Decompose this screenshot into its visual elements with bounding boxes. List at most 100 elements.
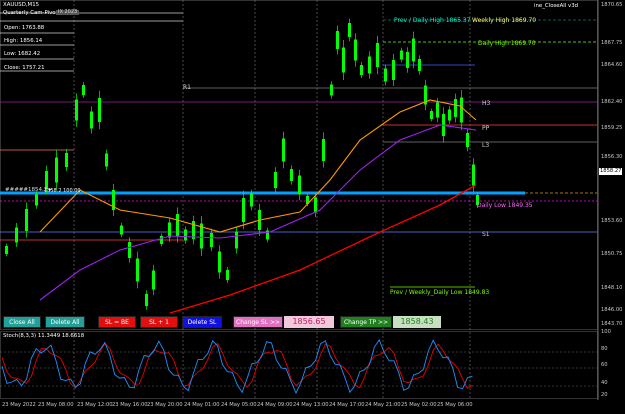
candle-body: [120, 225, 123, 235]
symbol-title: XAUUSD,M15: [3, 2, 40, 8]
candle-body: [412, 38, 415, 62]
close-all-button[interactable]: Close All: [3, 316, 41, 328]
candle-body: [368, 56, 371, 74]
time-axis-label: 24 May 21:00: [365, 402, 401, 408]
candle-body: [330, 84, 333, 96]
time-axis-label: 24 May 05:00: [221, 402, 257, 408]
candle-body: [128, 242, 131, 258]
pivot-levels: [0, 12, 597, 288]
time-axis-label: 23 May 20:00: [147, 402, 183, 408]
time-axis-label: 23 May 2022: [2, 402, 36, 408]
prev-daily-high-label: Prev / Daily High 1865.37: [394, 17, 471, 24]
stoch-axis-label: 40: [601, 380, 608, 386]
change-tp-value-input[interactable]: 1858.43: [393, 316, 441, 328]
current-price-tag: 1858.27: [599, 168, 623, 176]
candle-body: [460, 97, 463, 123]
candle-body: [454, 99, 457, 117]
price-axis-label: 1862.40: [601, 99, 623, 105]
daily-high-label: Daily High 1869.70: [478, 40, 536, 47]
time-axis-label: 24 May 13:00: [293, 402, 329, 408]
price-axis-label: 1853.60: [601, 218, 623, 224]
candle-body: [298, 175, 301, 195]
candle-body: [160, 236, 163, 244]
ohlc-low: Low: 1682.42: [4, 51, 41, 57]
candle-body: [235, 231, 238, 249]
candle-body: [184, 229, 187, 241]
sl-be-button[interactable]: SL = BE: [98, 316, 136, 328]
info-tag: IX 2023: [56, 9, 80, 15]
candle-body: [105, 153, 108, 167]
candle-body: [342, 47, 345, 73]
time-axis-label: 23 May 08:00: [38, 402, 74, 408]
small-level-value: 1858.2 100.00: [44, 188, 81, 194]
time-axis-label: 25 May 06:00: [437, 402, 473, 408]
candle-body: [322, 139, 325, 161]
l3-label: L3: [482, 142, 490, 149]
candle-body: [55, 157, 58, 183]
price-axis-label: 1870.65: [601, 2, 623, 8]
candle-body: [250, 193, 253, 207]
stoch-label: Stoch(8,3,3) 11.3449 18.6618: [3, 333, 85, 339]
candle-body: [168, 222, 171, 238]
stoch-axis-label: 100: [601, 329, 611, 335]
candle-body: [145, 294, 148, 306]
candle-body: [466, 133, 469, 147]
candle-body: [348, 23, 351, 37]
stoch-axis-label: 80: [601, 346, 608, 352]
candle-body: [384, 68, 387, 82]
time-axis-label: 23 May 16:00: [112, 402, 148, 408]
candle-body: [82, 85, 85, 95]
candle-body: [136, 258, 139, 282]
ohlc-high: High: 1856.14: [4, 38, 43, 44]
candle-body: [75, 99, 78, 121]
candle-body: [25, 209, 28, 231]
ohlc-close: Close: 1757.21: [4, 65, 45, 71]
s1-label: S1: [482, 231, 490, 238]
price-axis-label: 1850.75: [601, 251, 623, 257]
prev-daily-low-label: Prev / Weekly_Daily Low 1849.83: [390, 289, 490, 296]
candles: [5, 18, 479, 310]
main-panel-border: [0, 0, 598, 330]
price-axis-label: 1848.10: [601, 285, 623, 291]
candle-body: [430, 111, 433, 119]
delete-all-button[interactable]: Delete All: [45, 316, 85, 328]
candle-body: [392, 60, 395, 80]
delete-sl-button[interactable]: Delete SL: [182, 316, 222, 328]
chart-window[interactable]: XAUUSD,M15 Quarterly Cam-Pivots IX 2023 …: [0, 0, 625, 412]
candle-body: [176, 214, 179, 236]
candle-body: [274, 172, 277, 188]
h3-label: H3: [482, 100, 491, 107]
candle-body: [242, 198, 245, 222]
sl-plus-one-button[interactable]: SL + 1: [140, 316, 178, 328]
stoch-panel-border: [0, 331, 598, 399]
candle-body: [226, 270, 229, 280]
change-tp-button[interactable]: Change TP >>: [340, 316, 392, 328]
candle-body: [400, 50, 403, 60]
stoch-axis-label: 60: [601, 362, 608, 368]
candle-body: [360, 65, 363, 75]
candle-body: [448, 109, 451, 121]
candle-body: [290, 169, 293, 181]
price-axis-label: 1859.25: [601, 125, 623, 131]
candle-body: [152, 270, 155, 290]
time-axis-label: 23 May 12:00: [77, 402, 113, 408]
price-axis-label: 1864.60: [601, 62, 623, 68]
candle-body: [192, 221, 195, 239]
candle-body: [210, 233, 213, 247]
change-sl-button[interactable]: Change SL >>: [233, 316, 283, 328]
candle-body: [15, 227, 18, 243]
change-sl-value-input[interactable]: 1856.65: [284, 316, 334, 328]
pp-label: PP: [482, 125, 490, 132]
candle-body: [472, 164, 475, 186]
candle-body: [436, 102, 439, 118]
candle-body: [314, 197, 317, 213]
daily-low-label: Daily Low 1849.35: [477, 202, 533, 209]
indicator-name: Quarterly Cam-Pivots: [3, 10, 61, 16]
candle-body: [98, 98, 101, 122]
price-axis-label: 1843.70: [601, 321, 623, 327]
price-axis-label: 1856.30: [601, 154, 623, 160]
price-axis-label: 1846.00: [601, 307, 623, 313]
candle-body: [282, 138, 285, 162]
moving-averages: [39, 99, 477, 314]
candle-body: [5, 246, 8, 254]
